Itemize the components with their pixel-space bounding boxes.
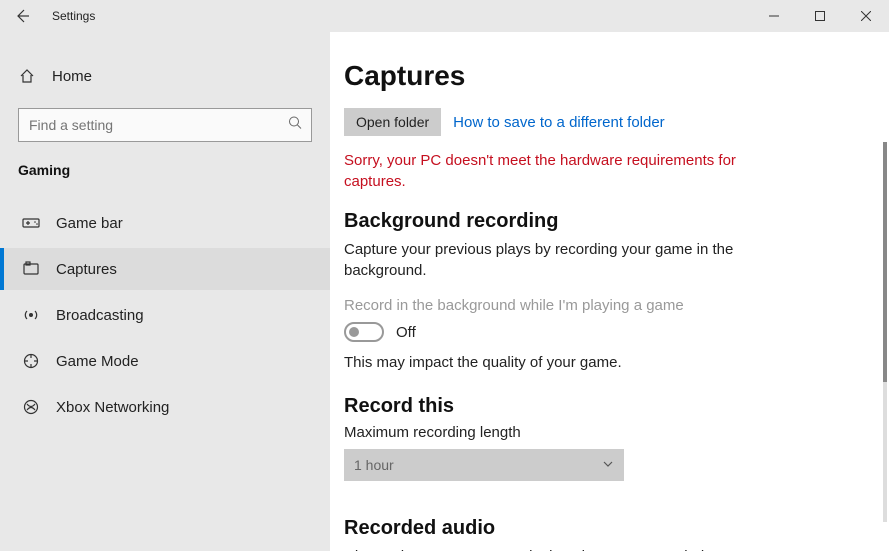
close-icon <box>861 11 871 21</box>
home-icon <box>18 68 36 84</box>
how-to-save-link[interactable]: How to save to a different folder <box>453 114 665 131</box>
sidebar-item-game-bar[interactable]: Game bar <box>0 202 330 244</box>
page-title: Captures <box>344 60 884 92</box>
quality-impact-text: This may impact the quality of your game… <box>344 354 884 371</box>
max-length-label: Maximum recording length <box>344 424 884 441</box>
minimize-button[interactable] <box>751 0 797 32</box>
xbox-icon <box>22 399 40 415</box>
sidebar-item-broadcasting[interactable]: Broadcasting <box>0 294 330 336</box>
sidebar-home[interactable]: Home <box>0 56 330 96</box>
folder-row: Open folder How to save to a different f… <box>344 108 884 136</box>
home-label: Home <box>52 68 92 85</box>
max-length-dropdown[interactable]: 1 hour <box>344 449 624 481</box>
minimize-icon <box>769 11 779 21</box>
scrollbar-track[interactable] <box>883 142 887 522</box>
toggle-knob <box>349 327 359 337</box>
search-icon <box>288 116 302 135</box>
recorded-audio-title: Recorded audio <box>344 517 884 540</box>
background-toggle-label: Record in the background while I'm playi… <box>344 297 884 314</box>
nav-label: Broadcasting <box>56 307 144 324</box>
back-arrow-icon <box>14 8 30 24</box>
window-controls <box>751 0 889 32</box>
maximize-icon <box>815 11 825 21</box>
background-recording-title: Background recording <box>344 210 884 233</box>
search-input[interactable] <box>18 108 312 142</box>
chevron-down-icon <box>602 457 614 473</box>
search-wrap <box>18 108 312 142</box>
hardware-error-text: Sorry, your PC doesn't meet the hardware… <box>344 150 764 192</box>
dropdown-selected: 1 hour <box>354 457 394 473</box>
nav-label: Game Mode <box>56 353 139 370</box>
back-button[interactable] <box>8 2 36 30</box>
close-button[interactable] <box>843 0 889 32</box>
sidebar-section-header: Gaming <box>0 162 330 178</box>
window-title: Settings <box>52 9 95 23</box>
scrollbar-thumb[interactable] <box>883 142 887 382</box>
content: Captures Open folder How to save to a di… <box>330 32 889 551</box>
app-body: Home Gaming Game bar Captures Broadcas <box>0 32 889 551</box>
nav-label: Captures <box>56 261 117 278</box>
background-toggle-row: Off <box>344 322 884 342</box>
broadcasting-icon <box>22 307 40 323</box>
sidebar: Home Gaming Game bar Captures Broadcas <box>0 32 330 551</box>
titlebar: Settings <box>0 0 889 32</box>
game-mode-icon <box>22 353 40 369</box>
sidebar-item-game-mode[interactable]: Game Mode <box>0 340 330 382</box>
background-recording-desc: Capture your previous plays by recording… <box>344 239 764 281</box>
sidebar-item-xbox-networking[interactable]: Xbox Networking <box>0 386 330 428</box>
background-toggle[interactable] <box>344 322 384 342</box>
recorded-audio-desc: Change how your game and microphone are … <box>344 546 764 551</box>
open-folder-button[interactable]: Open folder <box>344 108 441 136</box>
titlebar-left: Settings <box>0 2 95 30</box>
record-this-title: Record this <box>344 395 884 418</box>
nav-label: Game bar <box>56 215 123 232</box>
captures-icon <box>22 261 40 277</box>
maximize-button[interactable] <box>797 0 843 32</box>
game-bar-icon <box>22 216 40 230</box>
nav-label: Xbox Networking <box>56 399 169 416</box>
sidebar-item-captures[interactable]: Captures <box>0 248 330 290</box>
background-toggle-state: Off <box>396 324 416 341</box>
